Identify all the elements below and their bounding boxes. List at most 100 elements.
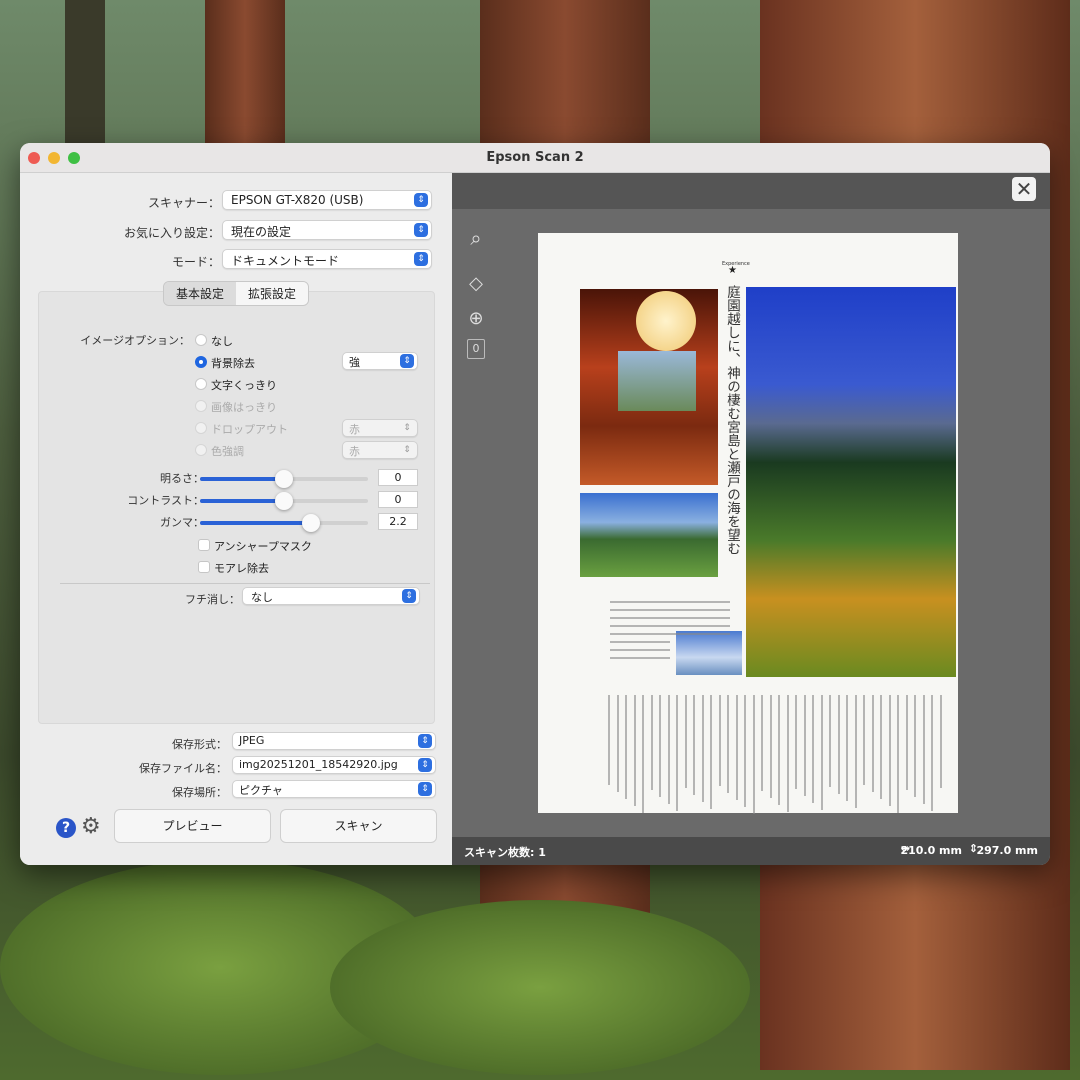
add-marquee-icon[interactable]: ⊕: [464, 308, 488, 332]
zoom-preview-icon[interactable]: ⌕: [464, 226, 488, 250]
text-column: [710, 695, 712, 809]
text-column: [735, 695, 738, 800]
close-preview-icon[interactable]: ✕: [1012, 177, 1036, 201]
text-column: [616, 695, 619, 792]
text-column: [854, 695, 857, 808]
preview-button[interactable]: プレビュー: [114, 809, 271, 843]
caption-line: [610, 609, 730, 611]
caption-line: [610, 633, 730, 635]
folder-select[interactable]: ピクチャ ⇕: [232, 780, 436, 798]
filename-select[interactable]: img20251201_18542920.jpg ⇕: [232, 756, 436, 774]
slider-knob[interactable]: [275, 470, 293, 488]
contrast-value[interactable]: 0: [378, 491, 418, 508]
text-column: [795, 695, 797, 789]
scan-count: スキャン枚数: 1: [464, 846, 546, 859]
scanner-label: スキャナー：: [147, 196, 220, 210]
text-column: [761, 695, 763, 791]
format-value: JPEG: [239, 734, 265, 747]
tab-advanced[interactable]: 拡張設定: [236, 282, 309, 305]
chevron-updown-icon: ⇕: [414, 252, 428, 266]
brightness-value[interactable]: 0: [378, 469, 418, 486]
text-column: [786, 695, 789, 812]
filename-label: 保存ファイル名：: [139, 762, 227, 775]
brightness-slider[interactable]: [200, 470, 368, 488]
scanner-select[interactable]: EPSON GT-X820 (USB) ⇕: [222, 190, 432, 210]
radio-image-sharpen-label: 画像はっきり: [211, 401, 277, 414]
divider: [60, 583, 430, 584]
text-column: [659, 695, 661, 797]
text-column: [863, 695, 865, 785]
radio-color-enhance-label: 色強調: [211, 445, 244, 458]
text-column: [829, 695, 831, 787]
slider-fill: [200, 521, 311, 525]
text-column: [837, 695, 840, 794]
caption-line: [610, 625, 730, 627]
contrast-slider[interactable]: [200, 492, 368, 510]
photo-interior: [580, 289, 718, 485]
page-count-badge: 0: [467, 339, 485, 359]
chevron-updown-icon: ⇕: [400, 354, 414, 368]
text-column: [718, 695, 721, 786]
window-view: [618, 351, 696, 411]
format-select[interactable]: JPEG ⇕: [232, 732, 436, 750]
text-column: [871, 695, 874, 792]
text-column: [769, 695, 772, 798]
brightness-label: 明るさ：: [160, 472, 204, 485]
slider-knob[interactable]: [301, 514, 320, 532]
dropout-color-value: 赤: [349, 423, 360, 436]
favorite-select[interactable]: 現在の設定 ⇕: [222, 220, 432, 240]
mode-value: ドキュメントモード: [231, 254, 340, 268]
chevron-updown-icon: ⇕: [403, 445, 411, 455]
radio-text-enhancement-label: 文字くっきり: [211, 379, 277, 392]
folder-value: ピクチャ: [239, 784, 283, 797]
document-height: 297.0 mm: [976, 844, 1038, 857]
chevron-updown-icon: ⇕: [418, 758, 432, 772]
text-column: [905, 695, 908, 790]
window-title: Epson Scan 2: [486, 150, 584, 165]
radio-none-label: なし: [211, 335, 233, 348]
photo-garden-night: [746, 287, 956, 677]
radio-none[interactable]: [195, 334, 207, 346]
descreening-checkbox[interactable]: [198, 561, 210, 573]
radio-text-enhancement[interactable]: [195, 378, 207, 390]
caption-line: [610, 617, 730, 619]
text-column: [846, 695, 848, 801]
text-column: [939, 695, 942, 788]
text-column: [931, 695, 933, 811]
chevron-updown-icon: ⇕: [418, 782, 432, 796]
help-icon[interactable]: ?: [56, 818, 76, 838]
filename-value: img20251201_18542920.jpg: [239, 758, 398, 771]
text-column: [880, 695, 882, 799]
tab-basic[interactable]: 基本設定: [164, 282, 237, 305]
gear-icon[interactable]: ⚙: [81, 814, 101, 839]
settings-tabs: 基本設定 拡張設定: [163, 281, 310, 306]
settings-panel: スキャナー： EPSON GT-X820 (USB) ⇕ お気に入り設定： 現在の…: [20, 173, 452, 865]
clear-selection-icon[interactable]: ◇: [464, 273, 488, 297]
text-column: [752, 695, 755, 814]
text-column: [608, 695, 610, 785]
scan-button[interactable]: スキャン: [280, 809, 437, 843]
text-column: [676, 695, 678, 811]
gamma-value[interactable]: 2.2: [378, 513, 418, 530]
chevron-updown-icon: ⇕: [414, 193, 428, 207]
gamma-slider[interactable]: [200, 514, 368, 532]
text-column: [701, 695, 704, 802]
edge-fill-value: なし: [251, 591, 273, 604]
strength-select[interactable]: 強 ⇕: [342, 352, 418, 370]
unsharp-mask-checkbox[interactable]: [198, 539, 210, 551]
radio-color-enhance: [195, 444, 207, 456]
chevron-updown-icon: ⇕: [403, 423, 411, 433]
mode-select[interactable]: ドキュメントモード ⇕: [222, 249, 432, 269]
radio-background-removal-label: 背景除去: [211, 357, 255, 370]
preview-panel: ✕ ⌕ ◇ ⊕ 0 Experience ★ 庭園越しに、神の棲む宮島と瀬戸の海…: [452, 173, 1050, 865]
text-column: [727, 695, 729, 793]
radio-background-removal[interactable]: [195, 356, 207, 368]
strength-value: 強: [349, 356, 360, 369]
edge-fill-select[interactable]: なし ⇕: [242, 587, 420, 605]
text-column: [684, 695, 687, 788]
epson-scan-window: Epson Scan 2 スキャナー： EPSON GT-X820 (USB) ⇕…: [20, 143, 1050, 865]
slider-knob[interactable]: [275, 492, 293, 510]
enhance-color-value: 赤: [349, 445, 360, 458]
text-column: [744, 695, 746, 807]
text-column: [922, 695, 925, 804]
